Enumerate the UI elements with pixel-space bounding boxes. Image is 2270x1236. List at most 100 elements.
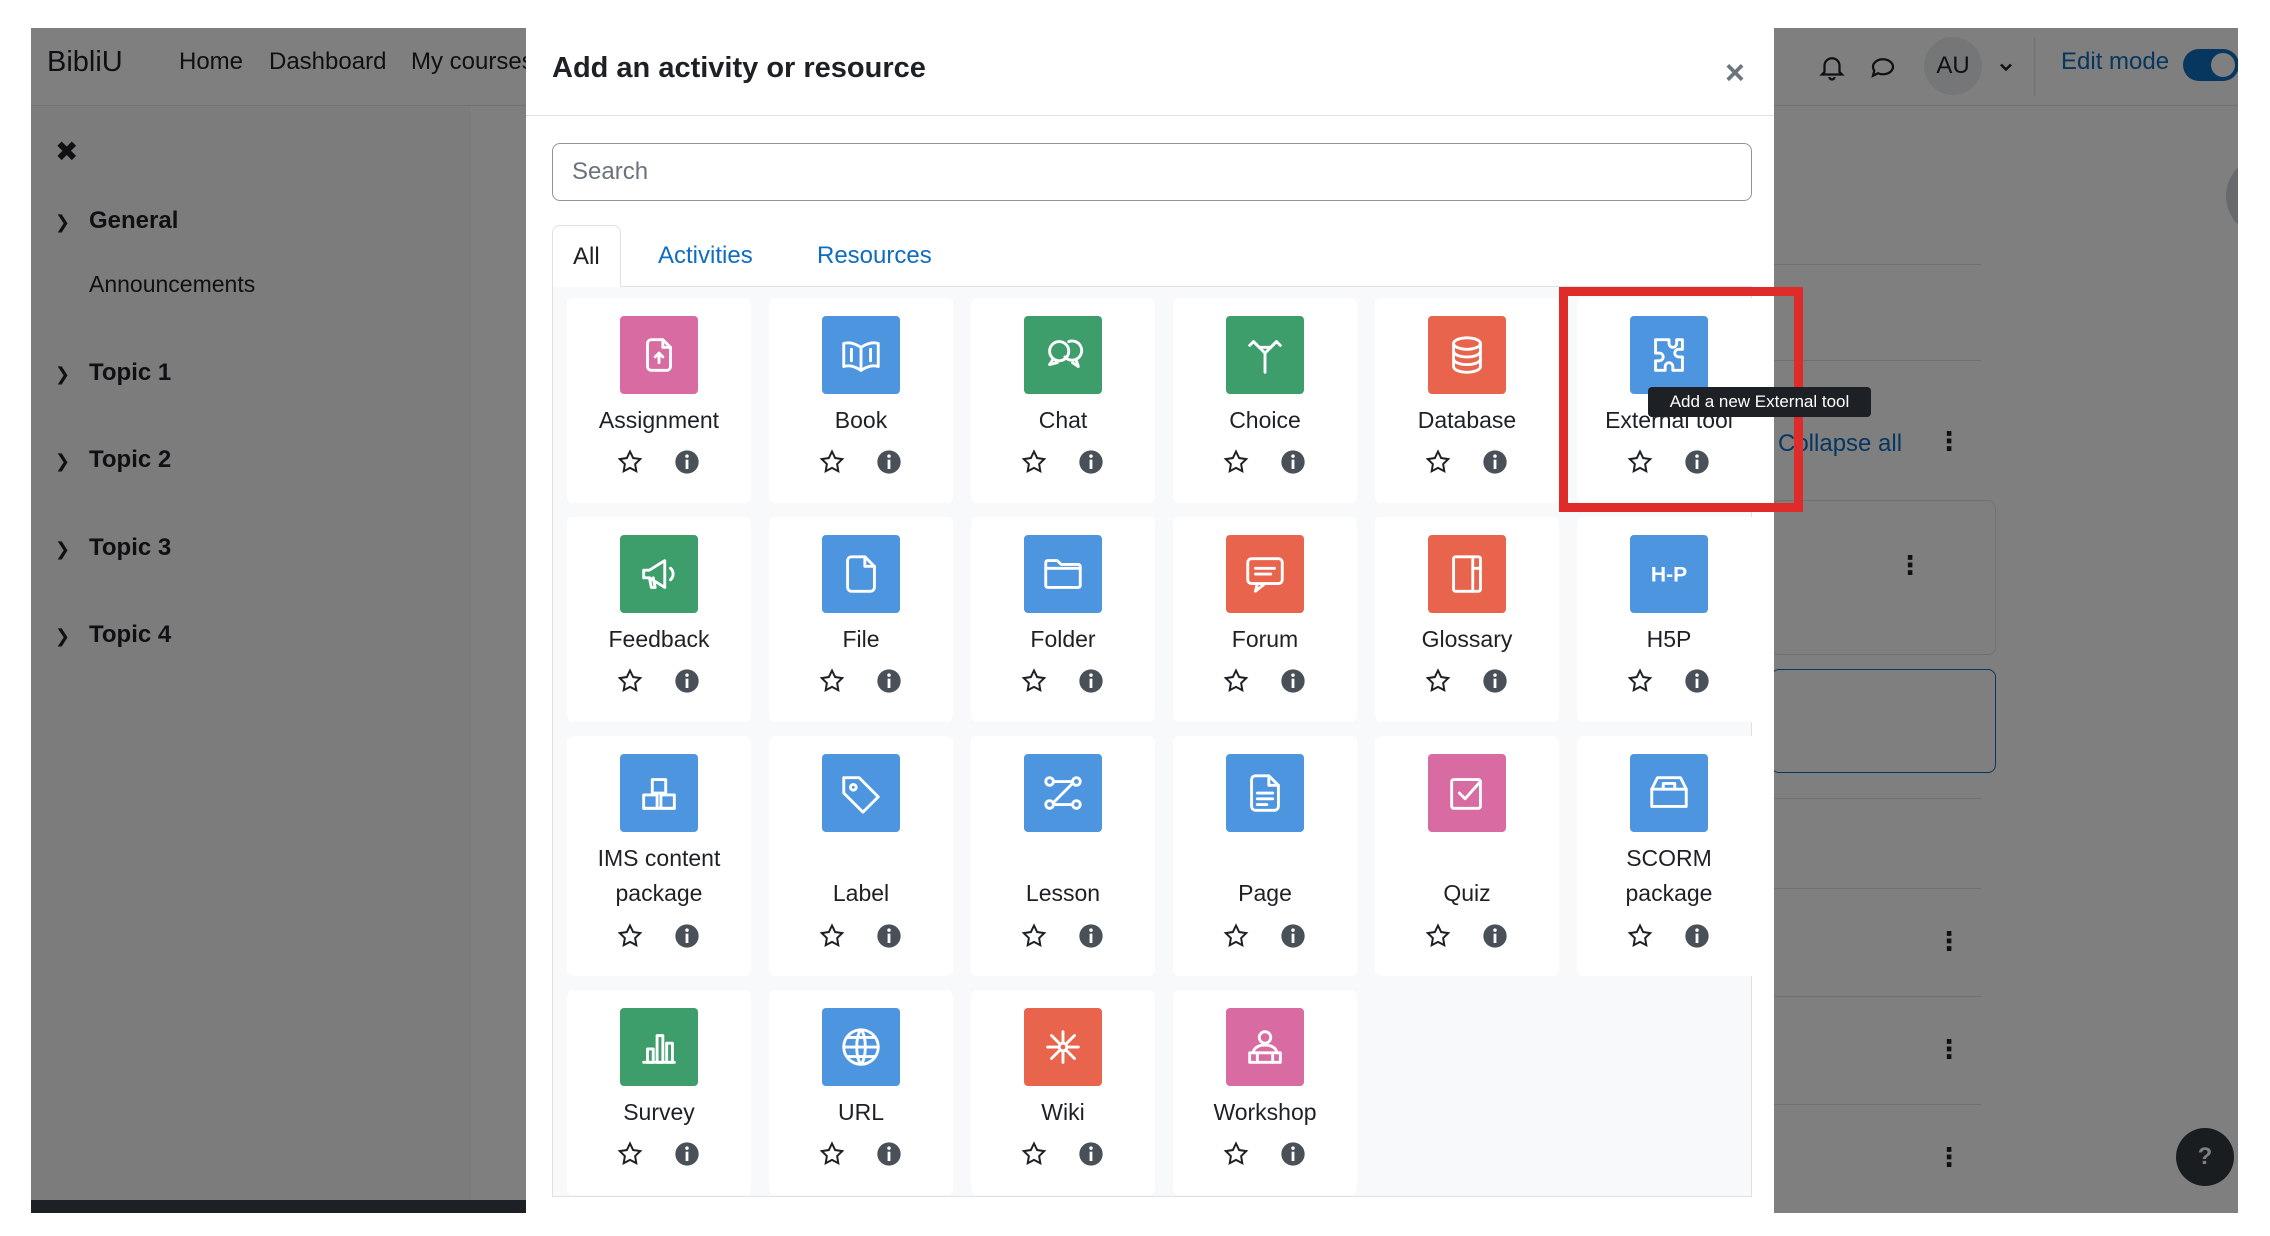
- page-icon: [1226, 754, 1304, 832]
- activity-card-chat[interactable]: Chat: [971, 298, 1155, 503]
- activity-card-workshop[interactable]: Workshop: [1173, 990, 1357, 1195]
- bar-chart-icon: [620, 1008, 698, 1086]
- info-icon[interactable]: [875, 1140, 905, 1170]
- star-icon[interactable]: [1626, 922, 1656, 952]
- tab-all[interactable]: All: [552, 225, 621, 288]
- info-icon[interactable]: [1077, 667, 1107, 697]
- activity-card-ims-content-package[interactable]: IMS content package: [567, 736, 751, 976]
- star-icon[interactable]: [1020, 667, 1050, 697]
- star-icon[interactable]: [1222, 667, 1252, 697]
- star-icon[interactable]: [1424, 667, 1454, 697]
- scorm-icon: [1630, 754, 1708, 832]
- activity-label: Choice: [1229, 407, 1301, 433]
- star-icon[interactable]: [818, 922, 848, 952]
- star-icon[interactable]: [1020, 1140, 1050, 1170]
- info-icon[interactable]: [673, 922, 703, 952]
- activity-card-scorm-package[interactable]: SCORM package: [1577, 736, 1761, 976]
- star-icon[interactable]: [616, 922, 646, 952]
- info-icon[interactable]: [673, 1140, 703, 1170]
- tab-activities[interactable]: Activities: [638, 225, 773, 287]
- tag-icon: [822, 754, 900, 832]
- info-icon[interactable]: [875, 922, 905, 952]
- file-icon: [822, 535, 900, 613]
- activity-card-lesson[interactable]: Lesson: [971, 736, 1155, 976]
- book-icon: [822, 316, 900, 394]
- star-icon[interactable]: [1424, 922, 1454, 952]
- star-icon[interactable]: [818, 1140, 848, 1170]
- activity-card-folder[interactable]: Folder: [971, 517, 1155, 722]
- activity-label: Chat: [1038, 407, 1088, 433]
- star-icon[interactable]: [818, 667, 848, 697]
- activity-card-assignment[interactable]: Assignment: [567, 298, 751, 503]
- activity-label: H5P: [1646, 626, 1692, 652]
- activity-label: Forum: [1231, 626, 1299, 652]
- activity-card-page[interactable]: Page: [1173, 736, 1357, 976]
- info-icon[interactable]: [1279, 1140, 1309, 1170]
- quiz-icon: [1428, 754, 1506, 832]
- info-icon[interactable]: [1279, 448, 1309, 478]
- star-icon[interactable]: [616, 1140, 646, 1170]
- database-icon: [1428, 316, 1506, 394]
- info-icon[interactable]: [1279, 667, 1309, 697]
- activity-label: Quiz: [1443, 880, 1491, 906]
- star-icon[interactable]: [1626, 667, 1656, 697]
- info-icon[interactable]: [875, 448, 905, 478]
- activity-label: Book: [834, 407, 888, 433]
- info-icon[interactable]: [1279, 922, 1309, 952]
- activity-card-wiki[interactable]: Wiki: [971, 990, 1155, 1195]
- info-icon[interactable]: [1077, 922, 1107, 952]
- activity-label: Feedback: [608, 626, 710, 652]
- activity-card-book[interactable]: Book: [769, 298, 953, 503]
- svg-text:H-P: H-P: [1651, 564, 1687, 587]
- star-icon[interactable]: [1020, 448, 1050, 478]
- glossary-icon: [1428, 535, 1506, 613]
- activity-label: Lesson: [1025, 880, 1101, 906]
- info-icon[interactable]: [673, 448, 703, 478]
- search-input[interactable]: [552, 143, 1752, 201]
- activity-card-glossary[interactable]: Glossary: [1375, 517, 1559, 722]
- star-icon[interactable]: [1222, 1140, 1252, 1170]
- tab-resources[interactable]: Resources: [797, 225, 952, 287]
- activity-card-survey[interactable]: Survey: [567, 990, 751, 1195]
- star-icon[interactable]: [1424, 448, 1454, 478]
- info-icon[interactable]: [673, 667, 703, 697]
- info-icon[interactable]: [1481, 667, 1511, 697]
- star-icon[interactable]: [1020, 922, 1050, 952]
- activity-label: IMS content package: [597, 845, 721, 906]
- activity-card-url[interactable]: URL: [769, 990, 953, 1195]
- info-icon[interactable]: [875, 667, 905, 697]
- tooltip: Add a new External tool: [1648, 387, 1871, 417]
- activity-card-quiz[interactable]: Quiz: [1375, 736, 1559, 976]
- activity-card-h5p[interactable]: H-P H5P: [1577, 517, 1761, 722]
- info-icon[interactable]: [1683, 922, 1713, 952]
- activity-card-file[interactable]: File: [769, 517, 953, 722]
- activity-label: Glossary: [1421, 626, 1513, 652]
- activity-label: URL: [837, 1099, 884, 1125]
- activity-label: File: [842, 626, 880, 652]
- star-icon[interactable]: [1222, 922, 1252, 952]
- info-icon[interactable]: [1077, 448, 1107, 478]
- modal-title: Add an activity or resource: [552, 52, 926, 84]
- activity-card-choice[interactable]: Choice: [1173, 298, 1357, 503]
- activity-card-database[interactable]: Database: [1375, 298, 1559, 503]
- choice-icon: [1226, 316, 1304, 394]
- activity-label: Label: [832, 880, 890, 906]
- star-icon[interactable]: [818, 448, 848, 478]
- activity-card-label[interactable]: Label: [769, 736, 953, 976]
- star-icon[interactable]: [616, 667, 646, 697]
- modal-header: Add an activity or resource ×: [526, 28, 1774, 116]
- activity-label: Workshop: [1213, 1099, 1317, 1125]
- info-icon[interactable]: [1683, 667, 1713, 697]
- info-icon[interactable]: [1481, 448, 1511, 478]
- info-icon[interactable]: [1481, 922, 1511, 952]
- workshop-icon: [1226, 1008, 1304, 1086]
- info-icon[interactable]: [1077, 1140, 1107, 1170]
- assignment-icon: [620, 316, 698, 394]
- close-icon[interactable]: ×: [1725, 54, 1745, 93]
- activity-card-forum[interactable]: Forum: [1173, 517, 1357, 722]
- chooser-tabs: All Activities Resources: [552, 225, 1752, 288]
- activity-card-feedback[interactable]: Feedback: [567, 517, 751, 722]
- star-icon[interactable]: [1222, 448, 1252, 478]
- chat-icon: [1024, 316, 1102, 394]
- star-icon[interactable]: [616, 448, 646, 478]
